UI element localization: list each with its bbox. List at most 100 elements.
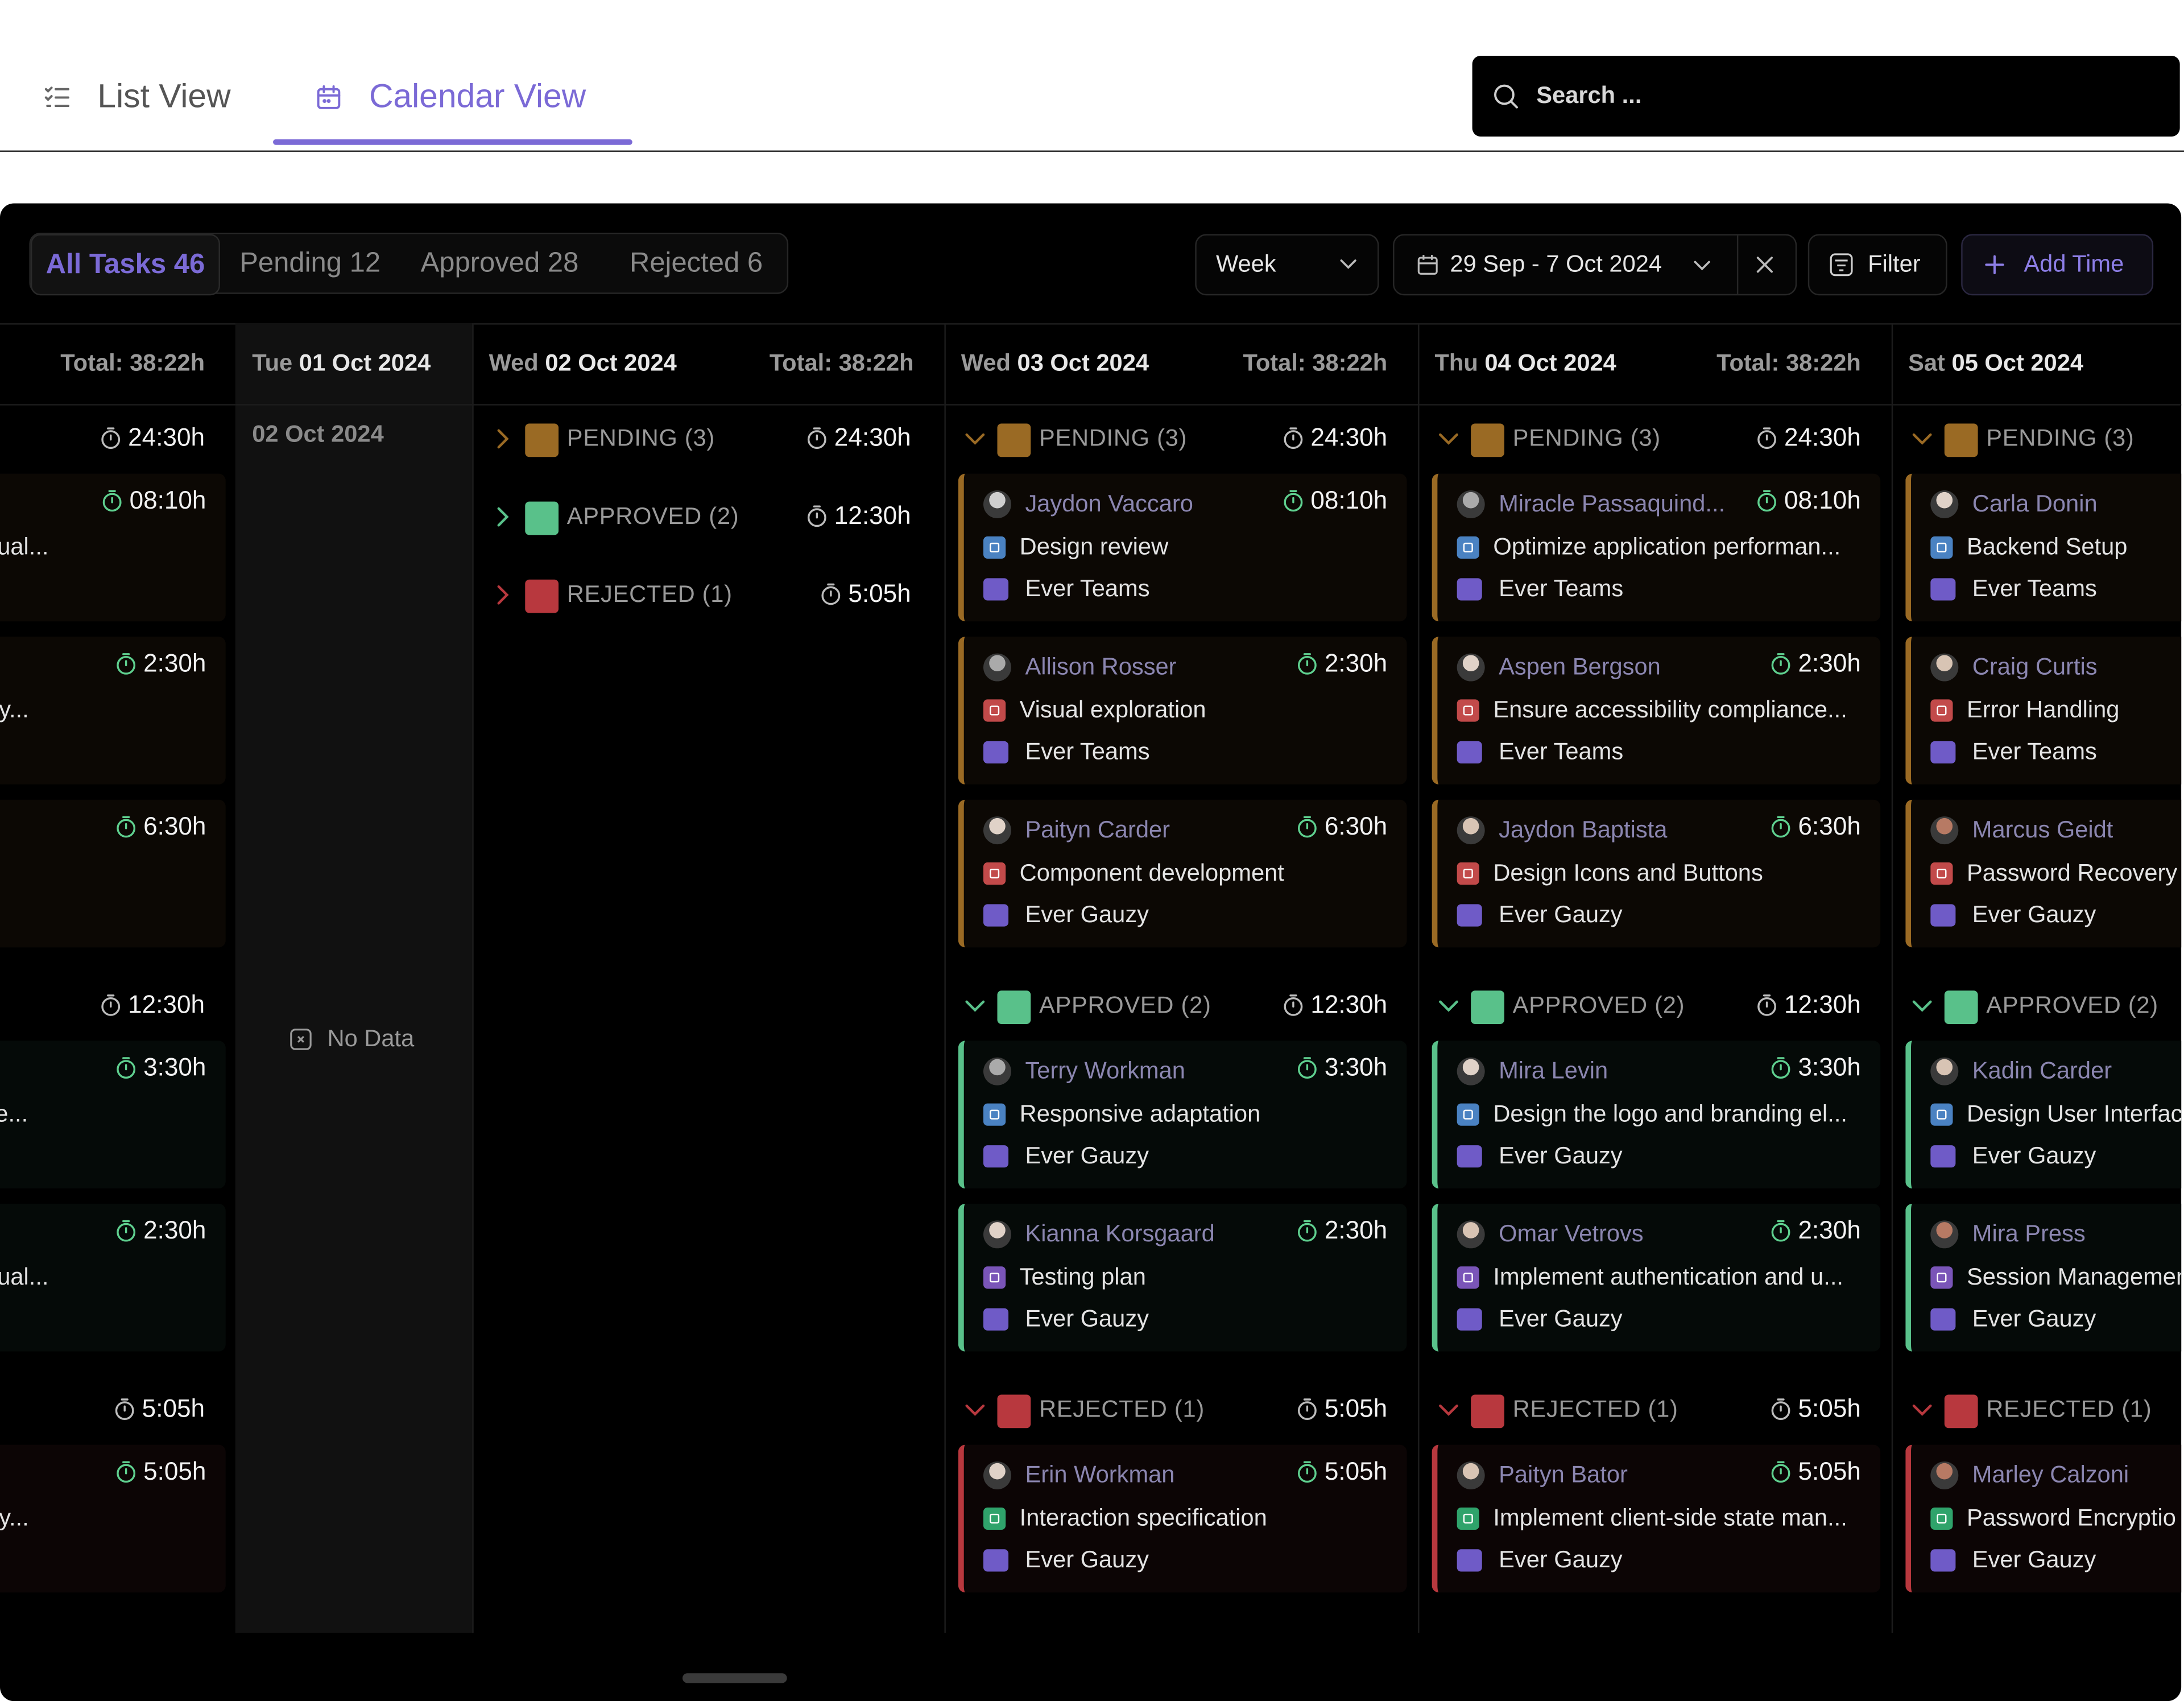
time-entry-card[interactable]: Mira Levin 3:30h Design the logo and brand…	[1432, 1041, 1881, 1188]
employee-name[interactable]: Marcus Geidt	[1972, 816, 2113, 844]
time-entry-card[interactable]: Erin Workman 5:05h Interaction specificati…	[958, 1444, 1407, 1593]
time-entry-card[interactable]: 5:05h mes and Prototy...	[0, 1444, 226, 1593]
task-title[interactable]: Design the logo and branding el...	[1493, 1101, 1847, 1129]
employee-name[interactable]: Kadin Carder	[1972, 1058, 2112, 1085]
chevron-right-icon[interactable]	[489, 425, 517, 453]
chevron-down-icon[interactable]	[961, 992, 989, 1020]
employee-name[interactable]: Craig Curtis	[1972, 654, 2098, 682]
task-title[interactable]: Implement client-side state man...	[1493, 1505, 1847, 1533]
employee-name[interactable]: Paityn Carder	[1025, 816, 1170, 844]
employee-name[interactable]: Carla Donin	[1972, 490, 2098, 518]
search-box[interactable]	[1472, 55, 2180, 137]
tab-calendar-view[interactable]: Calendar View	[313, 72, 586, 122]
status-group-header-rejected[interactable]: REJECTED (1) 5:05h	[1418, 1384, 1892, 1439]
status-group-header-pending[interactable]: 24:30h	[0, 412, 235, 468]
task-title[interactable]: Password Recovery	[1967, 860, 2177, 887]
time-entry-card[interactable]: Marcus Geidt Password Recovery Ever Gauzy	[1905, 799, 2182, 948]
chevron-down-icon[interactable]	[1434, 1396, 1462, 1424]
employee-name[interactable]: Allison Rosser	[1025, 654, 1176, 682]
task-title[interactable]: Component development	[1020, 860, 1284, 887]
status-group-header-pending[interactable]: PENDING (3) 24:30h	[944, 412, 1418, 468]
chevron-right-icon[interactable]	[489, 581, 517, 609]
task-title[interactable]: Responsive adaptation	[1020, 1101, 1261, 1129]
status-tab-approved[interactable]: Approved 28	[421, 234, 579, 292]
status-group-header-rejected[interactable]: REJECTED (1)	[1892, 1384, 2181, 1439]
time-entry-card[interactable]: Paityn Bator 5:05h Implement client-side s…	[1432, 1444, 1881, 1593]
time-entry-card[interactable]: Marley Calzoni Password Encryptio Ever Gau…	[1905, 1444, 2182, 1593]
search-input[interactable]	[1533, 81, 2124, 112]
time-entry-card[interactable]: Kadin Carder Design User Interfac Ever Gau…	[1905, 1041, 2182, 1188]
status-group-header-pending[interactable]: PENDING (3) 24:30h	[472, 412, 944, 468]
status-tab-all[interactable]: All Tasks 46	[30, 234, 220, 296]
employee-name[interactable]: Miracle Passaquind...	[1499, 490, 1725, 518]
task-title[interactable]: mes and Prototy...	[0, 697, 29, 725]
employee-name[interactable]: Paityn Bator	[1499, 1461, 1628, 1489]
task-title[interactable]: Error Handling	[1967, 697, 2119, 725]
employee-name[interactable]: Kianna Korsgaard	[1025, 1220, 1214, 1248]
time-entry-card[interactable]: Miracle Passaquind... 08:10h Optimize appl…	[1432, 473, 1881, 622]
time-entry-card[interactable]: Paityn Carder 6:30h Component development E…	[958, 799, 1407, 948]
task-title[interactable]: mes and Prototy...	[0, 1505, 29, 1533]
employee-name[interactable]: Marley Calzoni	[1972, 1461, 2129, 1489]
chevron-down-icon[interactable]	[961, 425, 989, 453]
chevron-down-icon[interactable]	[1434, 992, 1462, 1020]
employee-name[interactable]: Erin Workman	[1025, 1461, 1174, 1489]
task-title[interactable]: Ensure accessibility compliance...	[1493, 697, 1847, 725]
task-title[interactable]: Testing plan	[1020, 1264, 1146, 1291]
status-group-header-approved[interactable]: 2)12:30h	[0, 980, 235, 1035]
chevron-down-icon[interactable]	[1908, 992, 1936, 1020]
time-entry-card[interactable]: Craig Curtis Error Handling Ever Teams	[1905, 637, 2182, 785]
time-entry-card[interactable]: 08:10h Palette and Visual...	[0, 473, 226, 622]
chevron-down-icon[interactable]	[1434, 425, 1462, 453]
time-entry-card[interactable]: Carla Donin Backend Setup Ever Teams	[1905, 473, 2182, 622]
status-group-header-rejected[interactable]: )5:05h	[0, 1384, 235, 1439]
task-title[interactable]: Design review	[1020, 534, 1168, 562]
task-title[interactable]: esearch and cre...	[0, 1101, 28, 1129]
date-range-picker[interactable]: 29 Sep - 7 Oct 2024	[1393, 234, 1797, 296]
status-group-header-approved[interactable]: APPROVED (2)	[1892, 980, 2181, 1035]
task-title[interactable]: Password Encryptio	[1967, 1505, 2176, 1533]
chevron-down-icon[interactable]	[1908, 1396, 1936, 1424]
status-group-header-approved[interactable]: APPROVED (2) 12:30h	[944, 980, 1418, 1035]
time-entry-card[interactable]: 2:30h Palette and Visual...	[0, 1203, 226, 1352]
chevron-down-icon[interactable]	[961, 1396, 989, 1424]
time-entry-card[interactable]: Omar Vetrovs 2:30h Implement authenticatio…	[1432, 1203, 1881, 1352]
add-time-button[interactable]: Add Time	[1961, 234, 2154, 296]
employee-name[interactable]: Mira Press	[1972, 1220, 2086, 1248]
period-select[interactable]: Week	[1195, 234, 1379, 296]
time-entry-card[interactable]: t6:30hd Buttons	[0, 799, 226, 948]
time-entry-card[interactable]: Aspen Bergson 2:30h Ensure accessibility c…	[1432, 637, 1881, 785]
status-tab-rejected[interactable]: Rejected 6	[630, 234, 763, 292]
task-title[interactable]: Visual exploration	[1020, 697, 1206, 725]
close-icon[interactable]	[1753, 254, 1776, 276]
task-title[interactable]: Interaction specification	[1020, 1505, 1267, 1533]
horizontal-scrollbar[interactable]	[682, 1673, 787, 1683]
employee-name[interactable]: Jaydon Baptista	[1499, 816, 1667, 844]
employee-name[interactable]: Mira Levin	[1499, 1058, 1608, 1085]
employee-name[interactable]: Jaydon Vaccaro	[1025, 490, 1193, 518]
time-entry-card[interactable]: Kianna Korsgaard 2:30h Testing plan Ever Ga…	[958, 1203, 1407, 1352]
chevron-down-icon[interactable]	[1908, 425, 1936, 453]
task-title[interactable]: Palette and Visual...	[0, 1264, 48, 1291]
task-title[interactable]: Implement authentication and u...	[1493, 1264, 1843, 1291]
time-entry-card[interactable]: Both...2:30hmes and Prototy...	[0, 637, 226, 785]
filter-button[interactable]: Filter	[1807, 234, 1947, 296]
employee-name[interactable]: Terry Workman	[1025, 1058, 1185, 1085]
task-title[interactable]: Design Icons and Buttons	[1493, 860, 1763, 887]
task-title[interactable]: Palette and Visual...	[0, 534, 48, 562]
employee-name[interactable]: Aspen Bergson	[1499, 654, 1661, 682]
status-group-header-approved[interactable]: APPROVED (2) 12:30h	[472, 490, 944, 546]
status-group-header-rejected[interactable]: REJECTED (1) 5:05h	[472, 568, 944, 624]
time-entry-card[interactable]: Jaydon Baptista 6:30h Design Icons and But…	[1432, 799, 1881, 948]
time-entry-card[interactable]: 3:30h esearch and cre...	[0, 1041, 226, 1188]
employee-name[interactable]: Omar Vetrovs	[1499, 1220, 1644, 1248]
tab-list-view[interactable]: List View	[42, 72, 231, 122]
chevron-right-icon[interactable]	[489, 503, 517, 531]
time-entry-card[interactable]: Terry Workman 3:30h Responsive adaptation E…	[958, 1041, 1407, 1188]
status-tab-pending[interactable]: Pending 12	[239, 234, 380, 292]
status-group-header-pending[interactable]: PENDING (3) 24:30h	[1418, 412, 1892, 468]
task-title[interactable]: Backend Setup	[1967, 534, 2127, 562]
status-group-header-rejected[interactable]: REJECTED (1) 5:05h	[944, 1384, 1418, 1439]
time-entry-card[interactable]: Mira Press Session Managemen Ever Gauzy	[1905, 1203, 2182, 1352]
time-entry-card[interactable]: Jaydon Vaccaro 08:10h Design review Ever Te…	[958, 473, 1407, 622]
